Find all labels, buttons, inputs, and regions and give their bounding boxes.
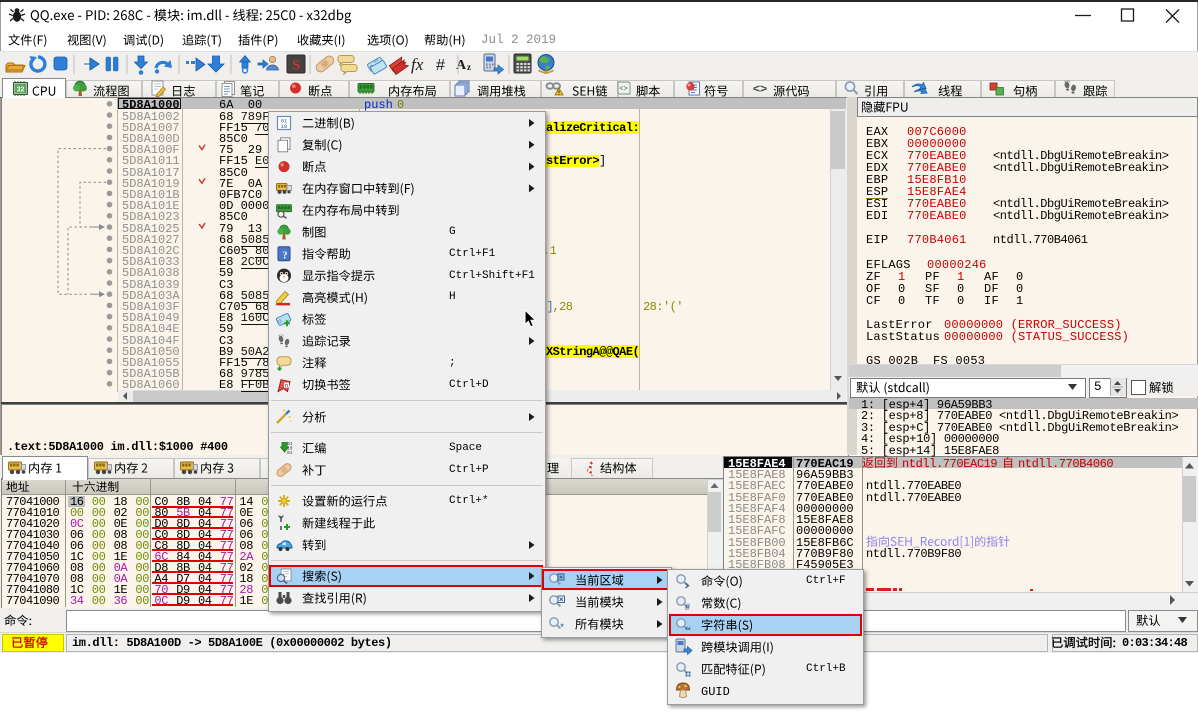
- svg-text:#: #: [685, 602, 690, 612]
- svg-text:*: *: [561, 623, 565, 632]
- svg-text:n: n: [285, 383, 288, 389]
- svg-text:<>: <>: [753, 82, 767, 96]
- svg-text:“: “: [685, 623, 691, 637]
- svg-text:01: 01: [287, 450, 293, 456]
- svg-text:<>: <>: [619, 86, 627, 94]
- svg-text:10: 10: [281, 123, 288, 130]
- svg-text:?: ?: [283, 250, 288, 261]
